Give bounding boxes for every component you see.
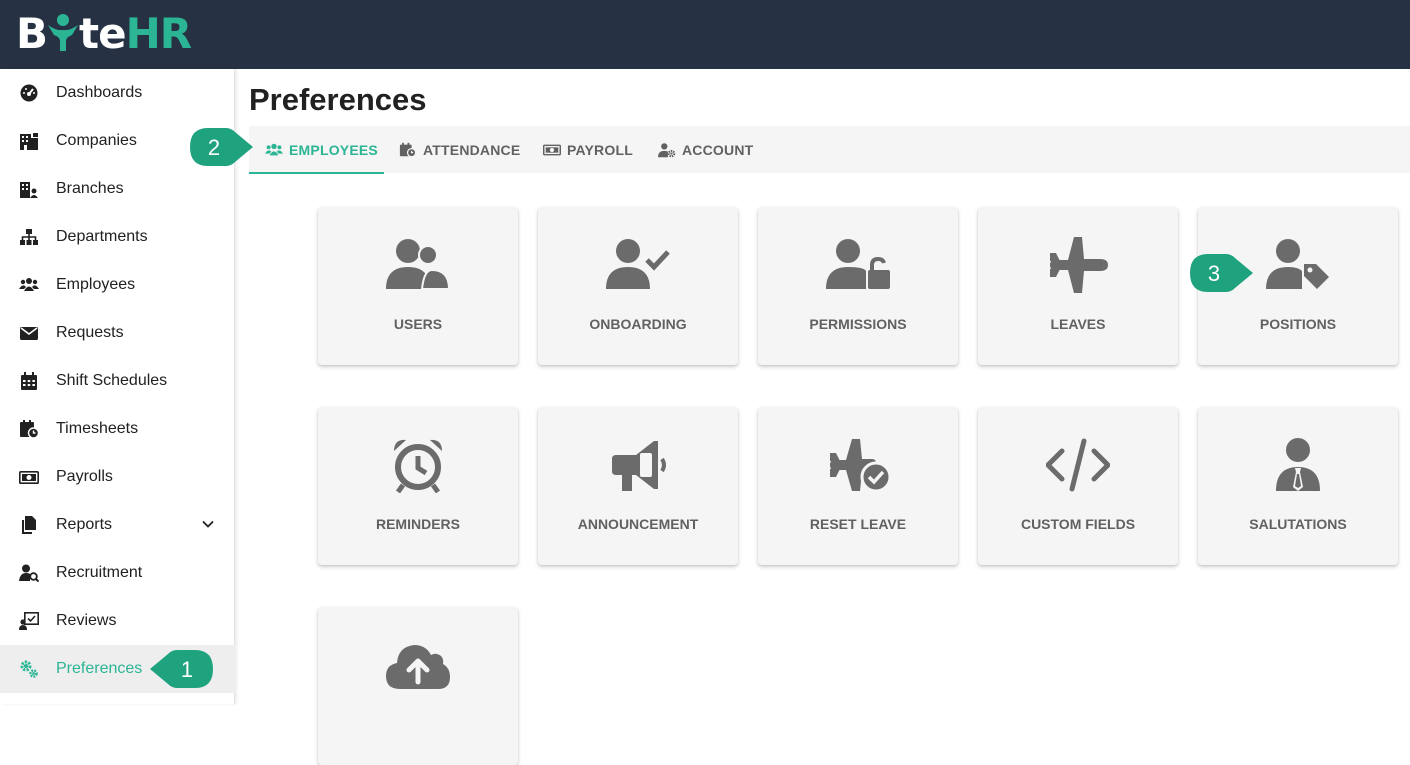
sidebar-item-label: Dashboards (56, 84, 143, 101)
sidebar-item-departments[interactable]: Departments (0, 213, 235, 261)
logo-letters-te: te (79, 8, 127, 58)
tab-label: EMPLOYEES (289, 141, 378, 158)
card-label: REMINDERS (375, 516, 460, 532)
card-upload[interactable] (318, 607, 518, 765)
step-badge-number: 3 (1208, 261, 1220, 286)
card-label: SALUTATIONS (1249, 516, 1347, 532)
card-label: USERS (393, 316, 443, 332)
card-label: ONBOARDING (589, 316, 687, 332)
users-icon (19, 278, 39, 291)
sidebar-item-label: Recruitment (56, 564, 143, 581)
tab-label: PAYROLL (567, 141, 633, 158)
tab-employees[interactable]: EMPLOYEES (249, 126, 384, 174)
sidebar-item-label: Employees (56, 276, 136, 293)
card-users[interactable]: USERS (318, 207, 518, 365)
card-label: RESET LEAVE (809, 516, 907, 532)
user-tag-icon (1266, 239, 1329, 289)
tab-attendance[interactable]: ATTENDANCE (399, 126, 529, 173)
card-reset-leave[interactable]: RESET LEAVE (758, 407, 958, 565)
sidebar-item-label: Reports (56, 516, 113, 533)
tab-payroll[interactable]: PAYROLL (543, 126, 643, 173)
sidebar-item-employees[interactable]: Employees (0, 261, 235, 309)
user-check-icon (606, 239, 670, 289)
sidebar-item-label: Branches (56, 180, 124, 197)
step-badge-number: 2 (208, 135, 220, 160)
card-leaves[interactable]: LEAVES (978, 207, 1178, 365)
page-title: Preferences (249, 82, 427, 117)
card-label: PERMISSIONS (809, 316, 907, 332)
card-label: POSITIONS (1259, 316, 1337, 332)
tachometer-icon (20, 84, 38, 102)
step-badge-number: 1 (181, 657, 193, 682)
card-permissions[interactable]: PERMISSIONS (758, 207, 958, 365)
step-badge-2: 2 (190, 128, 253, 166)
code-icon (1046, 438, 1110, 492)
sidebar-item-label: Requests (56, 324, 124, 341)
sidebar-item-branches[interactable]: Branches (0, 165, 235, 213)
sidebar-item-label: Payrolls (56, 468, 113, 485)
megaphone-icon (612, 441, 666, 491)
sidebar-item-recruitment[interactable]: Recruitment (0, 549, 235, 597)
plane-icon (1050, 237, 1108, 293)
sidebar-item-timesheets[interactable]: Timesheets (0, 405, 235, 453)
card-reminders[interactable]: REMINDERS (318, 407, 518, 565)
sidebar-item-label: Preferences (56, 660, 143, 677)
sidebar-item-payrolls[interactable]: Payrolls (0, 453, 235, 501)
envelope-icon (20, 327, 38, 340)
user-cog-icon (658, 142, 676, 157)
step-badge-3: 3 (1190, 254, 1253, 292)
card-custom-fields[interactable]: CUSTOM FIELDS (978, 407, 1178, 565)
card-salutations[interactable]: SALUTATIONS (1198, 407, 1398, 565)
card-label: CUSTOM FIELDS (1020, 516, 1136, 532)
sidebar-item-label: Timesheets (56, 420, 139, 437)
logo-letters-hr: HR (125, 8, 192, 58)
money-icon (19, 471, 39, 484)
sidebar-item-label: Departments (56, 228, 148, 245)
card-label: ANNOUNCEMENT (577, 516, 699, 532)
user-lock-icon (826, 239, 890, 289)
users-icon (265, 143, 283, 155)
logo-letter-b: B (16, 8, 48, 58)
cogs-icon (20, 660, 38, 678)
calendar-clock-icon (399, 142, 417, 157)
users-icon (386, 239, 450, 290)
sidebar-item-requests[interactable]: Requests (0, 309, 235, 357)
sidebar-item-label: Shift Schedules (56, 372, 168, 389)
logo[interactable]: B te HR (16, 8, 192, 58)
money-icon (543, 144, 561, 155)
tab-account[interactable]: ACCOUNT (658, 126, 768, 173)
step-badge-1: 1 (150, 650, 213, 688)
tab-bar: EMPLOYEES ATTENDANCE PAYROLL ACCOUNT (249, 126, 1410, 174)
plane-check-icon (830, 439, 890, 493)
alarm-clock-icon (394, 439, 442, 493)
copy-icon (22, 516, 36, 534)
sidebar-item-reviews[interactable]: Reviews (0, 597, 235, 645)
branches-icon (20, 182, 38, 198)
building-icon (20, 133, 38, 150)
calendar-icon (21, 372, 37, 390)
review-board-icon (19, 611, 39, 630)
tab-label: ATTENDANCE (423, 141, 521, 158)
tab-label: ACCOUNT (682, 141, 754, 158)
card-onboarding[interactable]: ONBOARDING (538, 207, 738, 365)
user-search-icon (19, 564, 39, 583)
sidebar-item-label: Companies (56, 132, 137, 149)
top-bar: B te HR (0, 0, 1410, 69)
cloud-upload-icon (386, 645, 450, 689)
card-label: LEAVES (1050, 316, 1106, 332)
user-tie-icon (1276, 438, 1320, 491)
chevron-down-icon[interactable] (201, 517, 215, 531)
card-announcement[interactable]: ANNOUNCEMENT (538, 407, 738, 565)
calendar-clock-icon (20, 420, 39, 439)
sitemap-icon (20, 229, 38, 245)
sidebar-item-dashboards[interactable]: Dashboards (0, 69, 235, 117)
sidebar-item-shift-schedules[interactable]: Shift Schedules (0, 357, 235, 405)
sidebar-item-label: Reviews (56, 612, 117, 629)
logo-person-icon (48, 14, 79, 51)
sidebar-item-reports[interactable]: Reports (0, 501, 235, 549)
